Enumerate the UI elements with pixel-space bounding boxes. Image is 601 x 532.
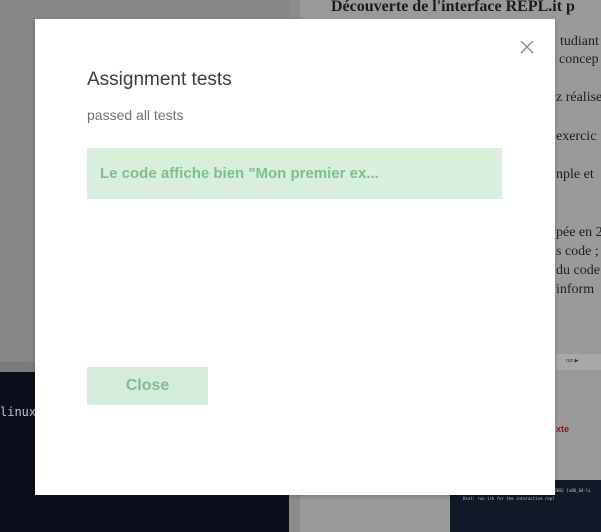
background-console-text: linux (0, 405, 37, 419)
background-doc-title: Découverte de l'interface REPL.it p (331, 0, 575, 15)
background-doc-line: exercic (556, 129, 597, 144)
test-result-text: Le code affiche bien "Mon premier ex... (100, 165, 379, 182)
background-mini-terminal-line: Hint: run irb for the interactive repl (463, 496, 555, 501)
close-icon[interactable] (518, 38, 536, 56)
background-doc-line: z réalise (556, 90, 601, 105)
background-doc-line: pée en 2 (556, 225, 601, 240)
test-result-item[interactable]: Le code affiche bien "Mon premier ex... (87, 148, 502, 199)
background-red-text: xte (556, 424, 570, 434)
modal-subtitle: passed all tests (87, 107, 184, 123)
background-doc-line: concep (559, 52, 599, 67)
background-toolbar-strip (556, 354, 601, 370)
background-doc-line: tudiant (560, 34, 599, 49)
close-button[interactable]: Close (87, 367, 208, 405)
assignment-tests-modal: Assignment tests passed all tests Le cod… (35, 19, 555, 495)
background-doc-line: s code ; (556, 244, 599, 259)
background-doc-line: nple et (556, 167, 594, 182)
background-doc-line: du code (556, 263, 600, 278)
background-doc-line: inform (556, 282, 595, 297)
background-run-label: run ▶ (566, 358, 579, 364)
modal-title: Assignment tests (87, 69, 232, 90)
